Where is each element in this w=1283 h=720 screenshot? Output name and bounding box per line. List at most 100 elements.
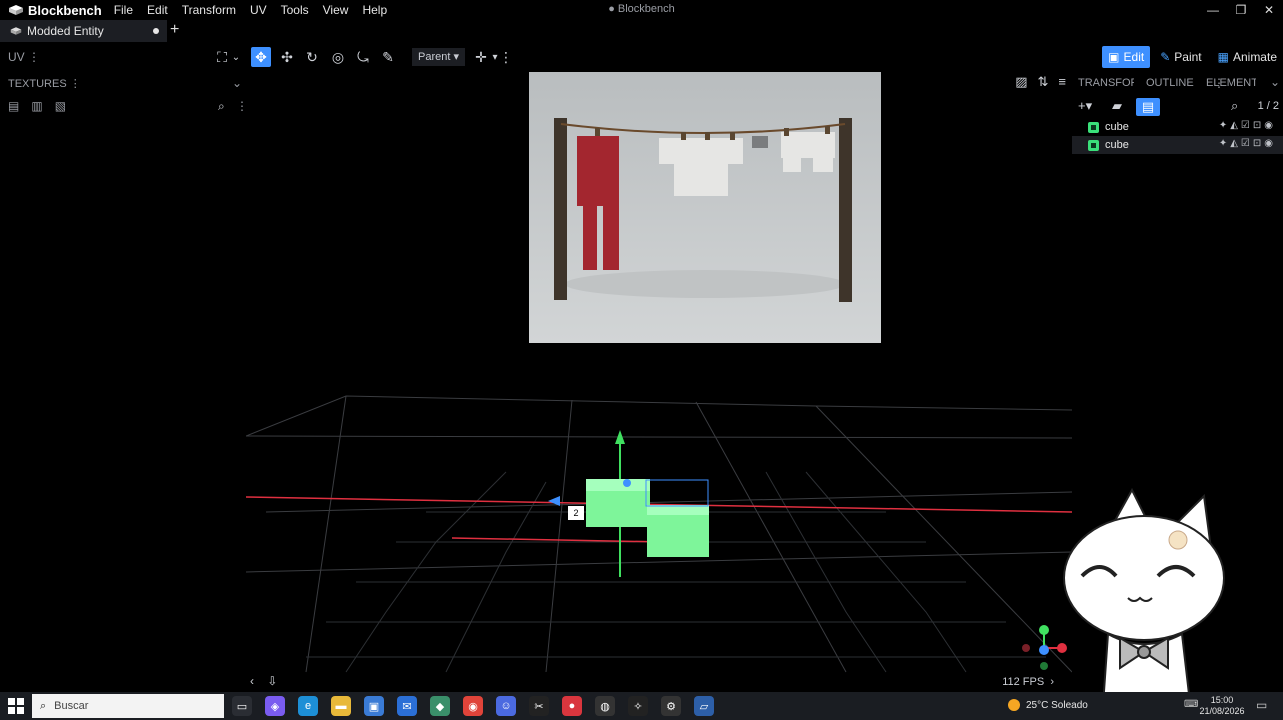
- krita-icon[interactable]: ✧: [628, 696, 648, 716]
- file-explorer-icon[interactable]: ▬: [331, 696, 351, 716]
- chevron-down-icon[interactable]: ⌄: [232, 76, 242, 90]
- store-icon[interactable]: ▣: [364, 696, 384, 716]
- add-tab-button[interactable]: +: [170, 21, 179, 39]
- window-controls: — ❐ ✕: [1199, 0, 1283, 20]
- outliner-row-toggles: ✦ ◭ ☑ ⊡ ◉: [1216, 120, 1273, 131]
- weather-widget[interactable]: 25°C Soleado: [1008, 699, 1088, 711]
- move-tool-icon[interactable]: ✥: [251, 47, 271, 67]
- app-name: Blockbench: [28, 2, 102, 18]
- taskbar-search-input[interactable]: ⌕ Buscar: [32, 694, 224, 718]
- export-checkbox-icon[interactable]: ☑: [1241, 120, 1250, 131]
- menu-tools[interactable]: Tools: [281, 3, 309, 17]
- blockbench-logo-icon: [10, 27, 22, 35]
- create-texture-icon[interactable]: ▥: [31, 99, 42, 113]
- outliner-item-cube[interactable]: cube ✦ ◭ ☑ ⊡ ◉: [1072, 136, 1283, 154]
- unsaved-dot-icon[interactable]: [153, 28, 159, 34]
- taskbar-apps: ▭ ◈ e ▬ ▣ ✉ ◆ ◉ ☺ ✂ ● ◍ ✧ ⚙ ▱: [232, 696, 727, 716]
- menu-icon[interactable]: ≡: [1058, 74, 1066, 90]
- mail-icon[interactable]: ✉: [397, 696, 417, 716]
- capcut-icon[interactable]: ✂: [529, 696, 549, 716]
- outliner-toolbar: +▾ ▰ ▤ ⌕ 1 / 2: [1078, 96, 1283, 118]
- blockbench-logo-icon: [9, 5, 23, 15]
- discord-icon[interactable]: ☺: [496, 696, 516, 716]
- toolbar: UV ⋮ ⛶ ⌄ ✥ ✣ ↻ ◎ ⤿ ✎ Parent ▾ ✛ ▾ ⋮ ▣ Edi…: [0, 42, 1283, 72]
- menu-file[interactable]: File: [114, 3, 133, 17]
- mirror-icon[interactable]: ◭: [1230, 120, 1238, 131]
- eye-icon[interactable]: ◉: [1264, 120, 1273, 131]
- vertex-snap-icon[interactable]: ⤿: [353, 47, 373, 67]
- lock-icon[interactable]: ⊡: [1253, 120, 1261, 131]
- obs-icon[interactable]: ◍: [595, 696, 615, 716]
- copilot-icon[interactable]: ◈: [265, 696, 285, 716]
- pivot-tool-icon[interactable]: ◎: [328, 47, 348, 67]
- blockbench-taskbar-icon[interactable]: ▱: [694, 696, 714, 716]
- keyboard-icon[interactable]: ⌨: [1184, 699, 1198, 710]
- search-icon[interactable]: ⌕: [1231, 98, 1238, 114]
- eye-icon[interactable]: ◉: [1264, 138, 1273, 149]
- outliner-row-toggles: ✦ ◭ ☑ ⊡ ◉: [1216, 138, 1273, 149]
- maximize-icon[interactable]: ❐: [1227, 0, 1255, 20]
- texture-folder-icon[interactable]: ▧: [55, 99, 66, 113]
- notification-icon[interactable]: ▭: [1256, 698, 1267, 712]
- edit-mode-icon: ▣: [1108, 50, 1120, 64]
- tab-transform[interactable]: TRANSFORM: [1078, 77, 1134, 89]
- cube-icon: [1088, 139, 1099, 151]
- tab-modded-entity[interactable]: Modded Entity: [0, 20, 167, 42]
- steam-icon[interactable]: ⚙: [661, 696, 681, 716]
- textures-header: TEXTURES ⋮: [8, 78, 81, 90]
- player-model-icon[interactable]: ⇩: [267, 674, 277, 688]
- mode-paint-button[interactable]: ✎ Paint: [1154, 46, 1207, 68]
- project-tab-bar: Modded Entity +: [0, 20, 1283, 42]
- transform-space-select[interactable]: Parent ▾: [412, 48, 465, 66]
- chrome-icon[interactable]: ◉: [463, 696, 483, 716]
- viewport-controls: ▨ ⇅ ≡: [1005, 74, 1066, 90]
- menu-help[interactable]: Help: [362, 3, 387, 17]
- export-checkbox-icon[interactable]: ☑: [1241, 138, 1250, 149]
- app-icon[interactable]: ◆: [430, 696, 450, 716]
- recorder-icon[interactable]: ●: [562, 696, 582, 716]
- reference-image[interactable]: [529, 72, 881, 343]
- edge-icon[interactable]: e: [298, 696, 318, 716]
- selection-count: 1 / 2: [1257, 100, 1279, 112]
- menu-uv[interactable]: UV: [250, 3, 267, 17]
- textures-panel: TEXTURES ⋮ ⌄ ▤ ▥ ▧ ⌕ ⋮: [0, 72, 248, 692]
- chevron-down-icon[interactable]: ⌄: [1270, 75, 1280, 89]
- minimize-icon[interactable]: —: [1199, 0, 1227, 20]
- fullscreen-icon[interactable]: ⛶: [212, 47, 232, 67]
- screenshot-icon[interactable]: ▨: [1015, 74, 1027, 90]
- menu-view[interactable]: View: [323, 3, 349, 17]
- close-icon[interactable]: ✕: [1255, 0, 1283, 20]
- mode-edit-button[interactable]: ▣ Edit: [1102, 46, 1151, 68]
- resize-tool-icon[interactable]: ✣: [277, 47, 297, 67]
- menu-transform[interactable]: Transform: [182, 3, 236, 17]
- task-view-icon[interactable]: ▭: [232, 696, 252, 716]
- menu-edit[interactable]: Edit: [147, 3, 168, 17]
- lock-icon[interactable]: ⊡: [1253, 138, 1261, 149]
- 3d-viewport[interactable]: ▨ ⇅ ≡ 2 112 FPS › ‹ ⇩: [246, 72, 1072, 692]
- more-options-icon[interactable]: ⋮: [499, 47, 513, 67]
- import-texture-icon[interactable]: ▤: [8, 99, 19, 113]
- toggle-options-icon[interactable]: ▤: [1136, 98, 1160, 116]
- chevron-down-icon[interactable]: ⌄: [230, 47, 242, 67]
- os-taskbar: ⌕ Buscar ▭ ◈ e ▬ ▣ ✉ ◆ ◉ ☺ ✂ ● ◍ ✧ ⚙ ▱ 2…: [0, 692, 1283, 720]
- add-group-icon[interactable]: ▰: [1112, 98, 1122, 114]
- windows-start-icon[interactable]: [8, 698, 24, 714]
- search-icon[interactable]: ⌕: [218, 99, 225, 114]
- outliner-item-cube[interactable]: cube ✦ ◭ ☑ ⊡ ◉: [1072, 118, 1283, 136]
- add-icon[interactable]: +▾: [1078, 98, 1092, 114]
- rotate-tool-icon[interactable]: ↻: [302, 47, 322, 67]
- pin-icon[interactable]: ✦: [1219, 120, 1227, 131]
- tab-outliner[interactable]: OUTLINER: [1146, 77, 1194, 89]
- fps-counter: 112 FPS ›: [1002, 676, 1054, 688]
- brush-tool-icon[interactable]: ✎: [378, 47, 398, 67]
- sun-icon: [1008, 699, 1020, 711]
- mirror-icon[interactable]: ◭: [1230, 138, 1238, 149]
- pin-icon[interactable]: ✦: [1219, 138, 1227, 149]
- sort-icon[interactable]: ⇅: [1038, 74, 1049, 90]
- mode-animate-button[interactable]: ▦ Animate: [1212, 46, 1283, 68]
- viewport-bottom-controls: ‹ ⇩: [250, 674, 277, 688]
- more-options-icon[interactable]: ⋮: [1213, 76, 1225, 90]
- system-clock[interactable]: 15:00 21/08/2026: [1198, 695, 1246, 717]
- title-bar: Blockbench File Edit Transform UV Tools …: [0, 0, 1283, 20]
- chevron-left-icon[interactable]: ‹: [250, 674, 254, 688]
